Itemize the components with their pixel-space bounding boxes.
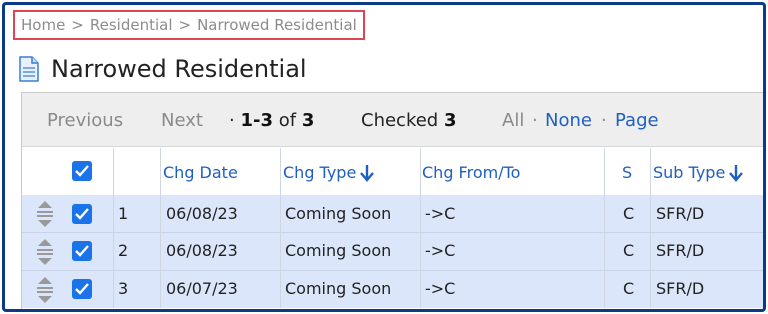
select-page-link[interactable]: Page (615, 110, 659, 131)
sub-type-cell: SFR/D (656, 204, 705, 223)
table-row[interactable]: 1 06/08/23 Coming Soon ->C C SFR/D (22, 195, 763, 232)
column-chg-date[interactable]: Chg Date (163, 163, 238, 182)
s-cell: C (623, 241, 635, 260)
row-number: 1 (118, 204, 129, 223)
chg-from-to-cell: ->C (425, 279, 456, 298)
chg-date-cell: 06/07/23 (166, 279, 238, 298)
range-dot: · (229, 110, 235, 131)
column-chg-type-label: Chg Type (283, 163, 357, 182)
separator-dot: · (601, 110, 607, 131)
column-divider (160, 148, 161, 308)
table-header: Chg Date Chg Type Chg From/To S Sub Type (22, 148, 763, 195)
row-number: 3 (118, 279, 129, 298)
breadcrumb-current: Narrowed Residential (197, 16, 357, 34)
row-checkbox[interactable] (72, 279, 92, 299)
chg-type-cell: Coming Soon (285, 204, 392, 223)
previous-button[interactable]: Previous (47, 110, 123, 131)
row-checkbox[interactable] (72, 204, 92, 224)
next-button[interactable]: Next (161, 110, 203, 131)
select-all-link[interactable]: All (502, 110, 524, 131)
checked-indicator: Checked 3 (361, 110, 457, 131)
document-icon (19, 56, 39, 82)
chg-from-to-cell: ->C (425, 241, 456, 260)
column-chg-type[interactable]: Chg Type (283, 163, 375, 182)
select-all-checkbox[interactable] (72, 161, 92, 181)
drag-handle-icon[interactable] (34, 276, 56, 304)
range-of: of (278, 110, 297, 131)
results-panel: Previous Next · 1-3 of 3 Checked 3 All ·… (21, 92, 763, 309)
s-cell: C (623, 204, 635, 223)
column-divider (650, 148, 651, 308)
chg-type-cell: Coming Soon (285, 241, 392, 260)
column-chg-from-to[interactable]: Chg From/To (422, 163, 520, 182)
breadcrumb-home[interactable]: Home (21, 16, 65, 34)
column-s[interactable]: S (622, 163, 632, 182)
column-sub-type-label: Sub Type (653, 163, 726, 182)
screenshot-frame: Home > Residential > Narrowed Residentia… (2, 2, 766, 312)
chg-date-cell: 06/08/23 (166, 204, 238, 223)
column-divider (420, 148, 421, 308)
column-sub-type[interactable]: Sub Type (653, 163, 744, 182)
column-divider (604, 148, 605, 308)
column-divider (113, 148, 114, 308)
row-number: 2 (118, 241, 129, 260)
column-divider (280, 148, 281, 308)
row-checkbox[interactable] (72, 241, 92, 261)
title-row: Narrowed Residential (19, 55, 307, 83)
select-none-link[interactable]: None (545, 110, 592, 131)
breadcrumb: Home > Residential > Narrowed Residentia… (13, 10, 365, 40)
pagination-toolbar: Previous Next · 1-3 of 3 Checked 3 All ·… (22, 93, 763, 147)
chg-date-cell: 06/08/23 (166, 241, 238, 260)
drag-handle-icon[interactable] (34, 200, 56, 228)
separator-dot: · (532, 110, 538, 131)
breadcrumb-separator: > (71, 16, 84, 34)
range-value: 1-3 (240, 110, 273, 131)
page-title: Narrowed Residential (51, 55, 307, 83)
range-total: 3 (301, 110, 315, 131)
checked-label: Checked (361, 110, 439, 131)
table-row[interactable]: 2 06/08/23 Coming Soon ->C C SFR/D (22, 233, 763, 270)
chg-type-cell: Coming Soon (285, 279, 392, 298)
checked-count: 3 (443, 110, 457, 131)
sub-type-cell: SFR/D (656, 279, 705, 298)
sort-down-arrow-icon (729, 164, 744, 182)
chg-from-to-cell: ->C (425, 204, 456, 223)
s-cell: C (623, 279, 635, 298)
breadcrumb-separator: > (178, 16, 192, 34)
sort-down-arrow-icon (360, 164, 375, 182)
range-indicator: · 1-3 of 3 (229, 110, 314, 131)
sub-type-cell: SFR/D (656, 241, 705, 260)
drag-handle-icon[interactable] (34, 238, 56, 266)
table-row[interactable]: 3 06/07/23 Coming Soon ->C C SFR/D (22, 271, 763, 308)
breadcrumb-residential[interactable]: Residential (90, 16, 173, 34)
